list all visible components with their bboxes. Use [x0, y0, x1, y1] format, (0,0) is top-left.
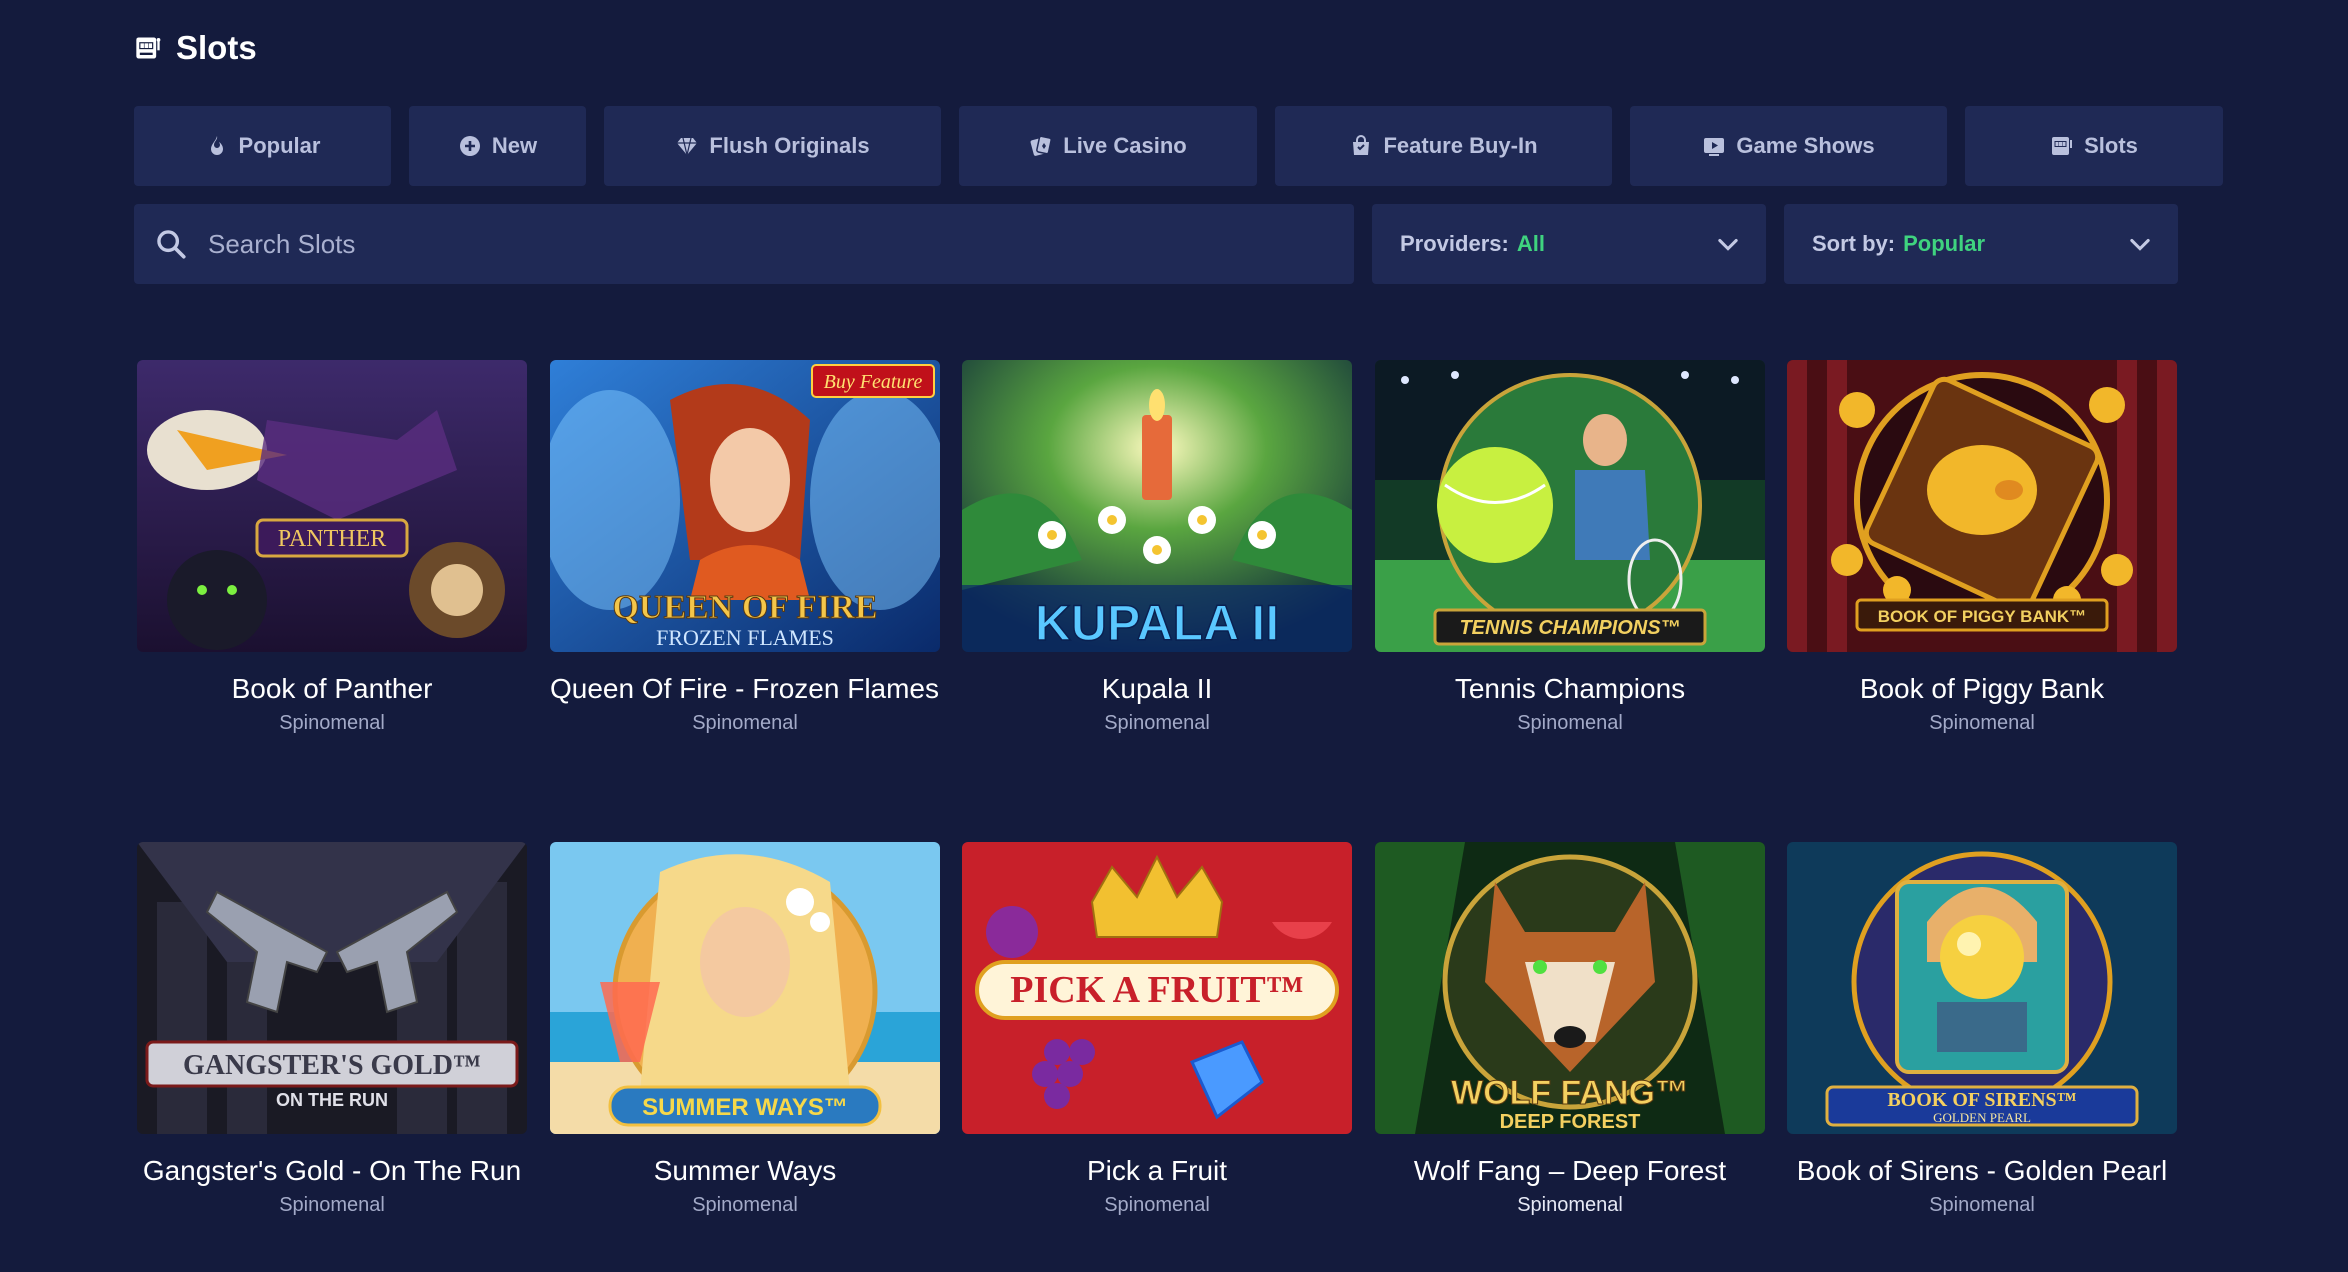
- search-input[interactable]: [206, 227, 1310, 261]
- fire-icon: [210, 136, 223, 155]
- tab-label: Popular: [238, 133, 321, 158]
- game-title: Tennis Champions: [1454, 673, 1686, 704]
- game-provider: Spinomenal: [692, 712, 798, 734]
- game-provider: Spinomenal: [1104, 712, 1210, 734]
- game-thumbnail: BOOK OF PIGGY BANK™: [1787, 360, 2177, 652]
- game-provider: Spinomenal: [279, 1194, 385, 1216]
- chevron-down-icon: [1718, 238, 1738, 251]
- game-card[interactable]: Buy Feature QUEEN OF FIRE FROZEN FLAMES …: [550, 360, 940, 735]
- game-title: Book of Panther: [231, 673, 433, 704]
- sort-value: Popular: [1903, 231, 1986, 256]
- game-thumbnail: WOLF FANG™ DEEP FOREST: [1375, 842, 1765, 1134]
- game-thumbnail: TENNIS CHAMPIONS™: [1375, 360, 1765, 652]
- thumb-title: GANGSTER'S GOLD™: [183, 1050, 481, 1081]
- tab-label: Flush Originals: [709, 133, 870, 158]
- game-card[interactable]: TENNIS CHAMPIONS™ Tennis Champions Spino…: [1375, 360, 1765, 735]
- thumb-title: BOOK OF SIRENS™: [1887, 1089, 2076, 1111]
- thumb-title: PICK A FRUIT™: [1010, 969, 1303, 1011]
- slot-machine-icon: [136, 37, 161, 59]
- chevron-down-icon: [2130, 238, 2150, 251]
- diamond-icon: [677, 137, 698, 156]
- game-title: Queen Of Fire - Frozen Flames: [550, 673, 940, 704]
- thumb-title: SUMMER WAYS™: [642, 1094, 848, 1121]
- game-title: Book of Piggy Bank: [1859, 673, 2105, 704]
- thumb-subtitle: DEEP FOREST: [1500, 1111, 1641, 1133]
- thumb-title: PANTHER: [278, 526, 386, 552]
- page-title: Slots: [176, 29, 257, 66]
- game-card[interactable]: PICK A FRUIT™ Pick a Fruit Spinomenal: [962, 842, 1352, 1217]
- game-title: Pick a Fruit: [1086, 1155, 1228, 1186]
- thumb-subtitle: GOLDEN PEARL: [1933, 1110, 2031, 1125]
- plus-circle-icon: [459, 136, 480, 156]
- thumb-title: TENNIS CHAMPIONS™: [1459, 617, 1680, 639]
- tab-feature-buy-in[interactable]: Feature Buy-In: [1275, 106, 1612, 186]
- tab-new[interactable]: New: [409, 106, 586, 186]
- thumb-subtitle: FROZEN FLAMES: [656, 625, 834, 650]
- thumb-subtitle: ON THE RUN: [276, 1090, 388, 1110]
- search-icon: [157, 230, 186, 259]
- tab-game-shows[interactable]: Game Shows: [1630, 106, 1947, 186]
- thumb-title: BOOK OF PIGGY BANK™: [1878, 607, 2086, 626]
- tab-label: Game Shows: [1736, 133, 1875, 158]
- search-bar[interactable]: [134, 204, 1354, 284]
- tab-label: Feature Buy-In: [1383, 133, 1538, 158]
- game-provider: Spinomenal: [279, 712, 385, 734]
- tab-slots[interactable]: Slots: [1965, 106, 2223, 186]
- tab-label: New: [491, 133, 538, 158]
- game-thumbnail: SUMMER WAYS™: [550, 842, 940, 1134]
- providers-dropdown[interactable]: Providers: All: [1372, 204, 1766, 284]
- game-provider: Spinomenal: [1104, 1194, 1210, 1216]
- game-provider: Spinomenal: [1929, 1194, 2035, 1216]
- game-title: Wolf Fang – Deep Forest: [1413, 1155, 1727, 1186]
- tab-live-casino[interactable]: Live Casino: [959, 106, 1257, 186]
- game-provider: Spinomenal: [1517, 1194, 1623, 1216]
- game-title: Kupala II: [1101, 673, 1213, 704]
- tab-flush-originals[interactable]: Flush Originals: [604, 106, 941, 186]
- game-title: Gangster's Gold - On The Run: [142, 1155, 522, 1186]
- shopping-bag-icon: [1353, 135, 1370, 155]
- game-provider: Spinomenal: [692, 1194, 798, 1216]
- page-header: Slots: [134, 28, 257, 68]
- game-card[interactable]: BOOK OF SIRENS™ GOLDEN PEARL Book of Sir…: [1787, 842, 2177, 1217]
- game-card[interactable]: WOLF FANG™ DEEP FOREST Wolf Fang – Deep …: [1375, 842, 1765, 1217]
- game-card[interactable]: GANGSTER'S GOLD™ ON THE RUN Gangster's G…: [137, 842, 527, 1217]
- game-thumbnail: PANTHER: [137, 360, 527, 652]
- sort-label: Sort by:: [1812, 231, 1896, 256]
- game-card[interactable]: KUPALA II Kupala II Spinomenal: [962, 360, 1352, 735]
- providers-label: Providers:: [1400, 231, 1509, 256]
- game-title: Book of Sirens - Golden Pearl: [1796, 1155, 2168, 1186]
- game-card[interactable]: BOOK OF PIGGY BANK™ Book of Piggy Bank S…: [1787, 360, 2177, 735]
- game-card[interactable]: PANTHER Book of Panther Spinomenal: [137, 360, 527, 735]
- providers-value: All: [1516, 231, 1545, 256]
- tab-label: Live Casino: [1063, 133, 1187, 158]
- game-thumbnail: Buy Feature QUEEN OF FIRE FROZEN FLAMES: [550, 360, 940, 652]
- game-card[interactable]: SUMMER WAYS™ Summer Ways Spinomenal: [550, 842, 940, 1217]
- thumb-title: QUEEN OF FIRE: [612, 589, 877, 626]
- tab-label: Slots: [2084, 133, 2138, 158]
- thumb-title: WOLF FANG™: [1451, 1074, 1689, 1112]
- buy-feature-badge: Buy Feature: [824, 371, 923, 393]
- play-screen-icon: [1704, 138, 1725, 156]
- game-thumbnail: BOOK OF SIRENS™ GOLDEN PEARL: [1787, 842, 2177, 1134]
- sort-dropdown[interactable]: Sort by: Popular: [1784, 204, 2178, 284]
- game-provider: Spinomenal: [1517, 712, 1623, 734]
- cards-icon: [1030, 135, 1053, 156]
- game-provider: Spinomenal: [1929, 712, 2035, 734]
- game-thumbnail: PICK A FRUIT™: [962, 842, 1352, 1134]
- slot-machine-icon: [2052, 137, 2073, 155]
- game-title: Summer Ways: [653, 1155, 837, 1186]
- tab-popular[interactable]: Popular: [134, 106, 391, 186]
- thumb-title: KUPALA II: [1035, 595, 1279, 651]
- game-thumbnail: KUPALA II: [962, 360, 1352, 652]
- game-thumbnail: GANGSTER'S GOLD™ ON THE RUN: [137, 842, 527, 1134]
